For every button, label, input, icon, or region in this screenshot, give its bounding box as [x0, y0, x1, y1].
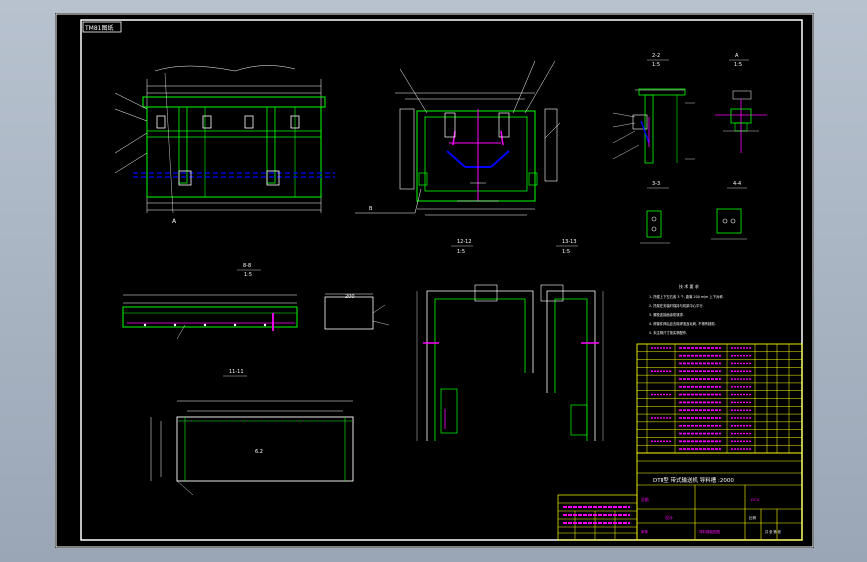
revision-block	[557, 494, 638, 541]
drawing-title: DTⅡ型 带式输送机 导料槽 :2000	[653, 476, 734, 484]
detail-11-label: 11-11	[229, 369, 244, 375]
plate-label: 6.2	[255, 449, 263, 455]
detail-11-11: 11-11 6.2	[150, 369, 354, 496]
drawing-sheet: TM81图纸 A B 2-2 1:5 A 1:5 3-3 4-4 8-8 1:5…	[55, 13, 814, 548]
detail-8-scale: 1:5	[244, 272, 252, 278]
title-block: DTⅡ型 带式输送机 导料槽 :2000 总图 DT-Ⅱ 设计 审核 比例 共 …	[636, 452, 803, 541]
detail-13-label: 13-13	[562, 239, 577, 245]
material-label: 总图	[641, 497, 649, 502]
detail-a-label: A	[735, 53, 739, 59]
section-b-label: B	[369, 206, 373, 212]
front-section-label: A	[172, 218, 177, 225]
detail-small-part: 200	[324, 293, 390, 330]
detail-8-8: 8-8 1:5	[122, 263, 298, 340]
company-label: 导料槽装配图	[699, 529, 720, 534]
section-view: B	[355, 60, 561, 216]
note-line-2: 2. 托架在安装时保持与机架中心平行.	[649, 303, 704, 308]
parts-list	[636, 343, 803, 454]
cad-viewport: TM81图纸 A B 2-2 1:5 A 1:5 3-3 4-4 8-8 1:5…	[0, 0, 867, 562]
detail-13-13: 13-13 1:5	[540, 239, 604, 441]
outer-border	[55, 13, 814, 548]
detail-2-2: 2-2 1:5	[612, 53, 695, 164]
detail-13-scale: 1:5	[562, 249, 570, 255]
front-view: A	[114, 65, 335, 225]
detail-4-label: 4-4	[733, 181, 741, 187]
note-line-1: 1. 托辊上下左右各 3 个, 距离 200 m/m 上下对称.	[649, 294, 724, 299]
detail-12-12: 12-12 1:5	[416, 239, 534, 441]
scale-label: 比例	[749, 515, 757, 520]
detail-4-4: 4-4	[711, 181, 747, 240]
detail-2-label: 2-2	[652, 53, 660, 59]
technical-notes: 技 术 要 求 1. 托辊上下左右各 3 个, 距离 200 m/m 上下对称.…	[649, 283, 724, 335]
stamp-text: TM81图纸	[84, 24, 113, 32]
note-line-5: 5. 未注明尺寸按实物配作.	[649, 330, 687, 335]
sheet-count: 共 张 第 张	[765, 529, 782, 534]
drawing-number: DT-Ⅱ	[751, 497, 759, 502]
part-dim: 200	[345, 294, 355, 300]
detail-12-label: 12-12	[457, 239, 472, 245]
detail-3-label: 3-3	[652, 181, 660, 187]
cad-drawing: TM81图纸 A B 2-2 1:5 A 1:5 3-3 4-4 8-8 1:5…	[55, 13, 814, 548]
detail-8-label: 8-8	[243, 263, 251, 269]
note-line-4: 4. 焊接件焊后应去除焊渣及毛刺, 不得有缺陷.	[649, 321, 716, 326]
detail-a: A 1:5	[715, 53, 767, 153]
designer-label: 设计	[665, 514, 673, 520]
note-line-3: 3. 螺栓连接面涂防锈漆.	[649, 312, 684, 317]
notes-heading: 技 术 要 求	[679, 283, 699, 289]
checker-label: 审核	[641, 529, 649, 534]
detail-a-scale: 1:5	[734, 62, 742, 68]
detail-12-scale: 1:5	[457, 249, 465, 255]
detail-3-3: 3-3	[640, 181, 670, 244]
drawing-frame	[80, 19, 803, 541]
detail-2-scale: 1:5	[652, 62, 660, 68]
